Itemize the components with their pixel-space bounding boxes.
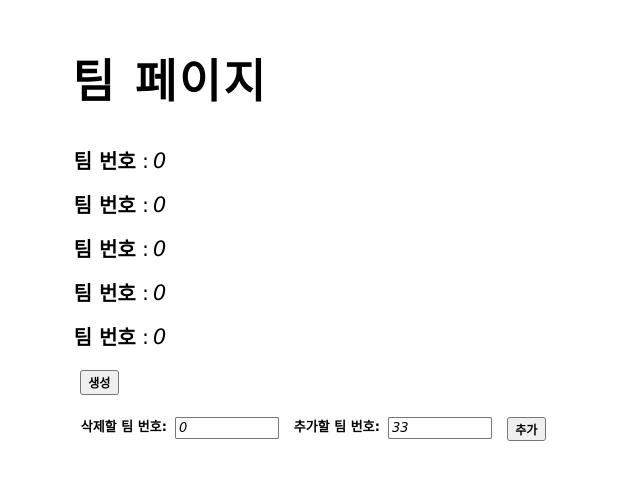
team-number-separator: : — [142, 325, 149, 349]
team-row: 팀 번호:0 — [74, 229, 166, 273]
add-button[interactable]: 추가 — [507, 417, 546, 441]
team-row: 팀 번호:0 — [74, 317, 166, 361]
team-number-label: 팀 번호 — [74, 281, 137, 305]
team-number-value: 0 — [152, 237, 167, 261]
team-row: 팀 번호:0 — [74, 273, 166, 317]
add-team-label: 추가할 팀 번호: — [294, 420, 381, 435]
delete-team-label: 삭제할 팀 번호: — [81, 420, 168, 435]
page-title: 팀 페이지 — [73, 54, 269, 108]
team-number-label: 팀 번호 — [74, 237, 137, 261]
team-number-separator: : — [142, 193, 149, 217]
team-number-label: 팀 번호 — [74, 325, 137, 349]
team-number-separator: : — [142, 237, 149, 261]
team-number-label: 팀 번호 — [74, 193, 137, 217]
delete-team-input[interactable] — [175, 417, 279, 439]
add-team-input[interactable] — [388, 417, 492, 439]
team-number-separator: : — [142, 149, 149, 173]
create-button[interactable]: 생성 — [80, 370, 119, 395]
team-page: 팀 페이지 팀 번호:0 팀 번호:0 팀 번호:0 팀 번호:0 팀 번호:0… — [0, 0, 619, 499]
team-row: 팀 번호:0 — [74, 185, 166, 229]
team-number-label: 팀 번호 — [74, 149, 137, 173]
team-number-value: 0 — [152, 281, 167, 305]
team-row: 팀 번호:0 — [74, 141, 166, 185]
team-number-value: 0 — [152, 149, 167, 173]
team-number-value: 0 — [152, 325, 167, 349]
team-number-separator: : — [142, 281, 149, 305]
team-number-value: 0 — [152, 193, 167, 217]
team-list: 팀 번호:0 팀 번호:0 팀 번호:0 팀 번호:0 팀 번호:0 — [74, 141, 166, 361]
